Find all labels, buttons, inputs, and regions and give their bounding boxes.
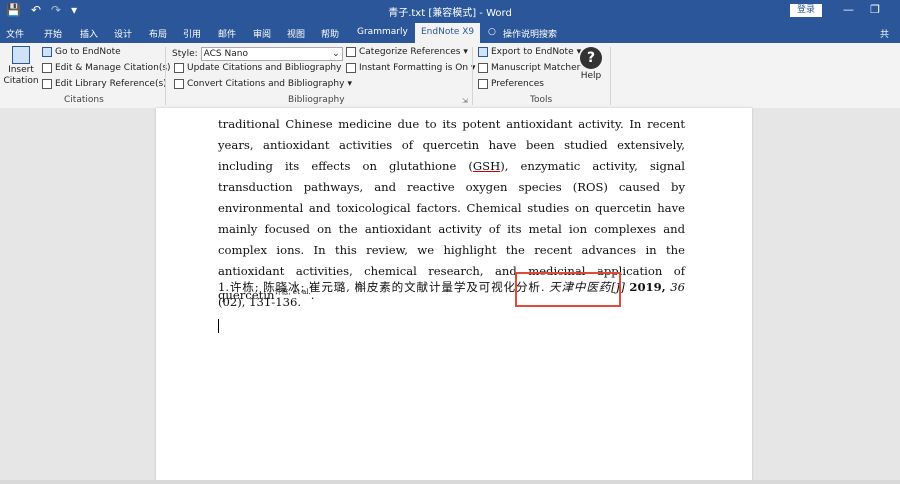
edit-manage-citations-button[interactable]: Edit & Manage Citation(s) <box>42 63 171 73</box>
library-icon <box>42 79 52 89</box>
go-to-endnote-label: Go to EndNote <box>55 47 121 57</box>
tab-file[interactable]: 文件 <box>6 27 24 40</box>
tab-insert[interactable]: 插入 <box>80 27 98 40</box>
categorize-label: Categorize References <box>359 47 461 57</box>
insert-citation-icon <box>12 46 30 64</box>
instant-formatting-icon <box>346 63 356 73</box>
convert-label: Convert Citations and Bibliography <box>187 79 345 89</box>
manuscript-matcher-button[interactable]: Manuscript Matcher <box>478 63 580 73</box>
group-separator <box>610 47 611 105</box>
tab-mailings[interactable]: 邮件 <box>218 27 236 40</box>
chevron-down-icon: ▾ <box>463 47 468 57</box>
tab-layout[interactable]: 布局 <box>149 27 167 40</box>
help-label: Help <box>580 71 602 81</box>
preferences-label: Preferences <box>491 79 544 89</box>
group-separator <box>165 47 166 105</box>
ribbon-tabs: 文件 开始 插入 设计 布局 引用 邮件 审阅 视图 帮助 Grammarly … <box>0 22 900 43</box>
export-to-endnote-button[interactable]: Export to EndNote ▾ <box>478 47 581 57</box>
citations-group-label: Citations <box>64 95 104 105</box>
document-page[interactable]: traditional Chinese medicine due to its … <box>156 108 752 484</box>
highlight-box <box>515 272 621 307</box>
reference-number: 1. <box>218 280 230 294</box>
style-value: ACS Nano <box>203 49 248 59</box>
export-label: Export to EndNote <box>491 47 574 57</box>
help-icon: ? <box>580 47 602 69</box>
manuscript-label: Manuscript Matcher <box>491 63 581 73</box>
categorize-references-button[interactable]: Categorize References ▾ <box>346 47 468 57</box>
edit-library-label: Edit Library Reference(s) <box>55 79 167 89</box>
update-citations-button[interactable]: Update Citations and Bibliography <box>174 63 341 73</box>
style-label: Style: <box>172 49 198 59</box>
minimize-icon[interactable]: — <box>843 3 854 16</box>
edit-library-reference-button[interactable]: Edit Library Reference(s) <box>42 79 167 89</box>
endnote-ribbon: Insert Citation Go to EndNote Edit & Man… <box>0 43 900 109</box>
chevron-down-icon: ⌄ <box>332 49 340 59</box>
tab-references[interactable]: 引用 <box>183 27 201 40</box>
convert-icon <box>174 79 184 89</box>
chevron-down-icon: ▾ <box>347 79 352 89</box>
go-to-endnote-button[interactable]: Go to EndNote <box>42 47 121 57</box>
title-bar: 💾 ↶ ↷ ▾ 青子.txt [兼容模式] - Word 登录 — ❐ <box>0 0 900 22</box>
style-selector: Style: ACS Nano ⌄ <box>172 47 343 61</box>
convert-citations-button[interactable]: Convert Citations and Bibliography ▾ <box>174 79 352 89</box>
insert-citation-label-2: Citation <box>3 76 39 86</box>
tools-group-label: Tools <box>530 95 553 105</box>
style-dropdown[interactable]: ACS Nano ⌄ <box>200 47 343 61</box>
insert-citation-label: Insert <box>8 65 34 75</box>
instant-formatting-label: Instant Formatting is On <box>359 63 469 73</box>
tab-view[interactable]: 视图 <box>287 27 305 40</box>
endnote-icon <box>42 47 52 57</box>
login-button[interactable]: 登录 <box>790 4 822 17</box>
manuscript-icon <box>478 63 488 73</box>
reference-authors: 许栋; 陈晓冰; 崔元璐, 槲皮素的文献计量学及可视化分析. <box>229 280 545 294</box>
edit-manage-label: Edit & Manage Citation(s) <box>55 63 171 73</box>
reference-year: 2019, <box>629 280 666 294</box>
reference-pages: (02), 131-136. <box>218 295 302 309</box>
categorize-icon <box>346 47 356 57</box>
edit-icon <box>42 63 52 73</box>
preferences-button[interactable]: Preferences <box>478 79 544 89</box>
bibliography-group-label: Bibliography <box>288 95 345 105</box>
tab-endnote[interactable]: EndNote X9 <box>415 23 481 43</box>
reference-volume: 36 <box>670 280 686 294</box>
update-label: Update Citations and Bibliography <box>187 63 342 73</box>
tab-design[interactable]: 设计 <box>114 27 132 40</box>
export-icon <box>478 47 488 57</box>
text-cursor <box>218 319 219 333</box>
share-button[interactable]: 共 <box>880 27 889 40</box>
instant-formatting-button[interactable]: Instant Formatting is On ▾ <box>346 63 476 73</box>
tab-help[interactable]: 帮助 <box>321 27 339 40</box>
gsh-text: GSH <box>472 159 501 173</box>
group-separator <box>472 47 473 105</box>
lightbulb-icon: ○ <box>488 27 496 37</box>
preferences-icon <box>478 79 488 89</box>
window-title: 青子.txt [兼容模式] - Word <box>388 8 512 19</box>
tell-me-search[interactable]: 操作说明搜索 <box>503 27 557 40</box>
status-bar <box>0 480 900 484</box>
document-area: traditional Chinese medicine due to its … <box>0 108 900 484</box>
restore-icon[interactable]: ❐ <box>870 3 880 16</box>
tab-grammarly[interactable]: Grammarly <box>357 27 408 37</box>
tab-home[interactable]: 开始 <box>44 27 62 40</box>
tab-review[interactable]: 审阅 <box>253 27 271 40</box>
update-icon <box>174 63 184 73</box>
help-button[interactable]: ? Help <box>580 47 602 81</box>
insert-citation-button[interactable]: Insert Citation <box>3 46 39 86</box>
dialog-launcher-icon[interactable]: ⇲ <box>462 97 468 105</box>
